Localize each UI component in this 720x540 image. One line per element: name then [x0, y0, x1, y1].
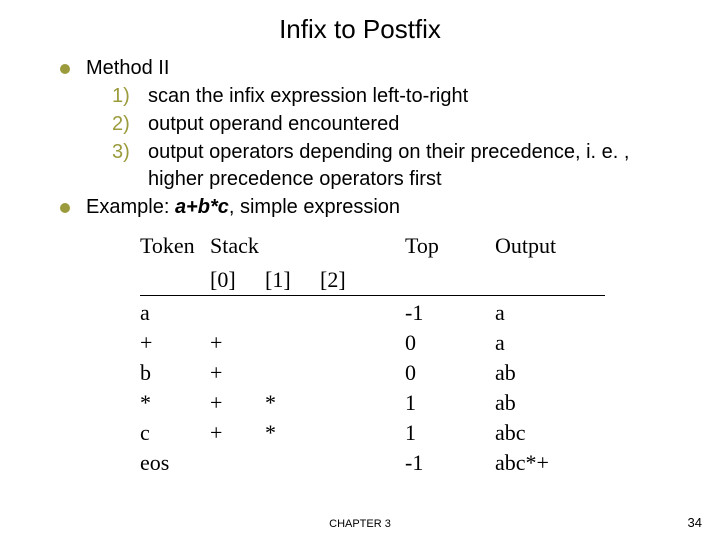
- hdr-token: Token: [140, 231, 210, 265]
- table-header-1: Token Stack Top Output: [140, 231, 605, 265]
- hdr-stack: Stack: [210, 231, 375, 265]
- example-expression: a+b*c: [175, 196, 229, 218]
- hdr-output: Output: [495, 231, 605, 265]
- cell-output: ab: [495, 388, 605, 418]
- bullet-method: Method II: [60, 55, 680, 82]
- cell-s1: [265, 448, 320, 478]
- step-num: 1): [112, 83, 148, 110]
- cell-token: eos: [140, 448, 210, 478]
- cell-s0: +: [210, 418, 265, 448]
- cell-top: 1: [405, 388, 465, 418]
- step-2: 2) output operand encountered: [112, 111, 680, 138]
- cell-token: c: [140, 418, 210, 448]
- step-1: 1) scan the infix expression left-to-rig…: [112, 83, 680, 110]
- cell-s2: [320, 298, 375, 328]
- cell-output: ab: [495, 358, 605, 388]
- bullet-dot-icon: [60, 64, 70, 74]
- content-body: Method II 1) scan the infix expression l…: [0, 55, 720, 478]
- step-3: 3) output operators depending on their p…: [112, 139, 680, 193]
- cell-s0: [210, 298, 265, 328]
- step-text: output operators depending on their prec…: [148, 139, 680, 193]
- hdr-s2: [2]: [320, 265, 375, 296]
- footer-chapter: CHAPTER 3: [0, 518, 720, 530]
- cell-output: a: [495, 328, 605, 358]
- cell-s0: [210, 448, 265, 478]
- cell-s0: +: [210, 328, 265, 358]
- page-title: Infix to Postfix: [0, 0, 720, 55]
- cell-top: -1: [405, 448, 465, 478]
- cell-token: +: [140, 328, 210, 358]
- cell-s2: [320, 388, 375, 418]
- bullet-example-text: Example: a+b*c, simple expression: [86, 194, 400, 221]
- cell-s2: [320, 448, 375, 478]
- table-header-2: [0] [1] [2]: [140, 265, 605, 296]
- bullet-dot-icon: [60, 203, 70, 213]
- table-row: b + 0 ab: [140, 358, 605, 388]
- cell-token: a: [140, 298, 210, 328]
- table-row: + + 0 a: [140, 328, 605, 358]
- cell-top: 0: [405, 328, 465, 358]
- cell-s0: +: [210, 358, 265, 388]
- example-suffix: , simple expression: [229, 196, 400, 218]
- cell-s1: [265, 328, 320, 358]
- cell-s1: [265, 298, 320, 328]
- table-row: * + * 1 ab: [140, 388, 605, 418]
- bullet-example: Example: a+b*c, simple expression: [60, 194, 680, 221]
- example-prefix: Example:: [86, 196, 175, 218]
- hdr-s1: [1]: [265, 265, 320, 296]
- method-steps: 1) scan the infix expression left-to-rig…: [112, 83, 680, 193]
- cell-top: 0: [405, 358, 465, 388]
- table-row: eos -1 abc*+: [140, 448, 605, 478]
- footer-page: 34: [688, 515, 702, 530]
- cell-s2: [320, 358, 375, 388]
- cell-top: -1: [405, 298, 465, 328]
- cell-output: abc*+: [495, 448, 605, 478]
- table-row: a -1 a: [140, 298, 605, 328]
- cell-token: b: [140, 358, 210, 388]
- trace-table: Token Stack Top Output [0] [1] [2]: [140, 231, 680, 478]
- cell-s0: +: [210, 388, 265, 418]
- hdr-top: Top: [405, 231, 465, 265]
- step-num: 2): [112, 111, 148, 138]
- step-text: output operand encountered: [148, 111, 680, 138]
- cell-token: *: [140, 388, 210, 418]
- step-num: 3): [112, 139, 148, 193]
- bullet-method-text: Method II: [86, 55, 169, 82]
- step-text: scan the infix expression left-to-right: [148, 83, 680, 110]
- cell-s2: [320, 328, 375, 358]
- cell-output: abc: [495, 418, 605, 448]
- hdr-s0: [0]: [210, 265, 265, 296]
- cell-output: a: [495, 298, 605, 328]
- cell-s1: [265, 358, 320, 388]
- cell-s2: [320, 418, 375, 448]
- cell-s1: *: [265, 418, 320, 448]
- cell-top: 1: [405, 418, 465, 448]
- cell-s1: *: [265, 388, 320, 418]
- table-row: c + * 1 abc: [140, 418, 605, 448]
